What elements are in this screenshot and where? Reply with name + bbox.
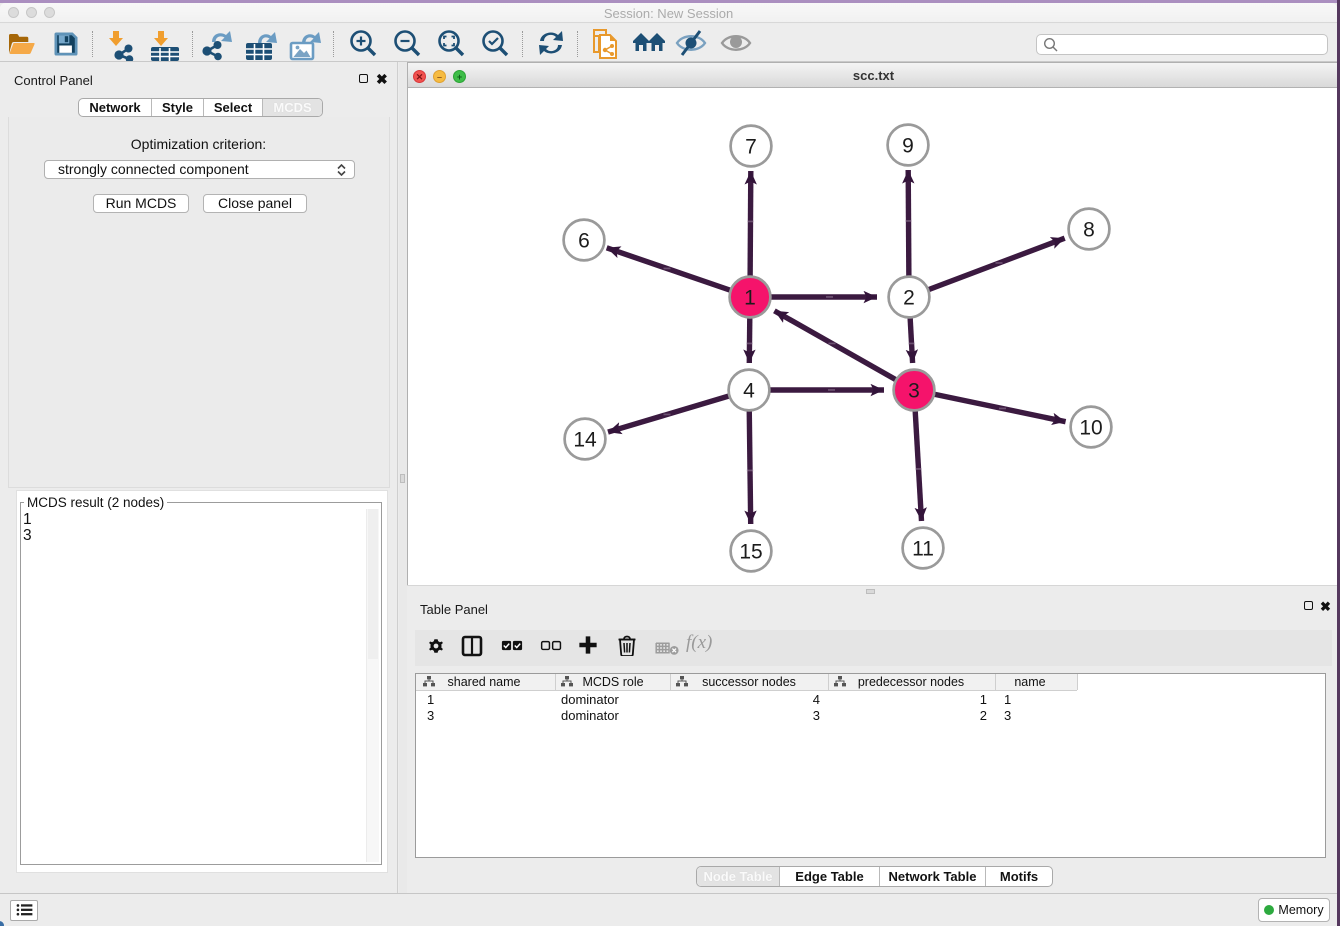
- svg-text:7: 7: [745, 136, 757, 159]
- svg-text:2: 2: [903, 287, 915, 310]
- svg-text:3: 3: [427, 708, 434, 723]
- svg-text:name: name: [1014, 675, 1045, 689]
- svg-text:dominator: dominator: [561, 708, 619, 723]
- svg-text:11: 11: [912, 538, 934, 561]
- svg-text:4: 4: [813, 692, 820, 707]
- svg-text:3: 3: [908, 380, 920, 403]
- svg-text:15: 15: [739, 541, 762, 564]
- svg-text:1: 1: [1004, 692, 1011, 707]
- svg-text:1: 1: [427, 692, 434, 707]
- svg-text:3: 3: [1004, 708, 1011, 723]
- svg-text:MCDS role: MCDS role: [582, 675, 643, 689]
- svg-text:9: 9: [902, 135, 914, 158]
- svg-text:4: 4: [743, 380, 755, 403]
- svg-text:1: 1: [980, 692, 987, 707]
- svg-text:successor nodes: successor nodes: [702, 675, 796, 689]
- svg-text:1: 1: [744, 287, 756, 310]
- svg-text:2: 2: [980, 708, 987, 723]
- svg-text:14: 14: [573, 429, 597, 452]
- svg-text:predecessor nodes: predecessor nodes: [858, 675, 964, 689]
- svg-text:dominator: dominator: [561, 692, 619, 707]
- svg-text:6: 6: [578, 230, 590, 253]
- svg-text:8: 8: [1083, 219, 1095, 242]
- svg-text:shared name: shared name: [448, 675, 521, 689]
- svg-text:10: 10: [1079, 417, 1102, 440]
- svg-text:3: 3: [813, 708, 820, 723]
